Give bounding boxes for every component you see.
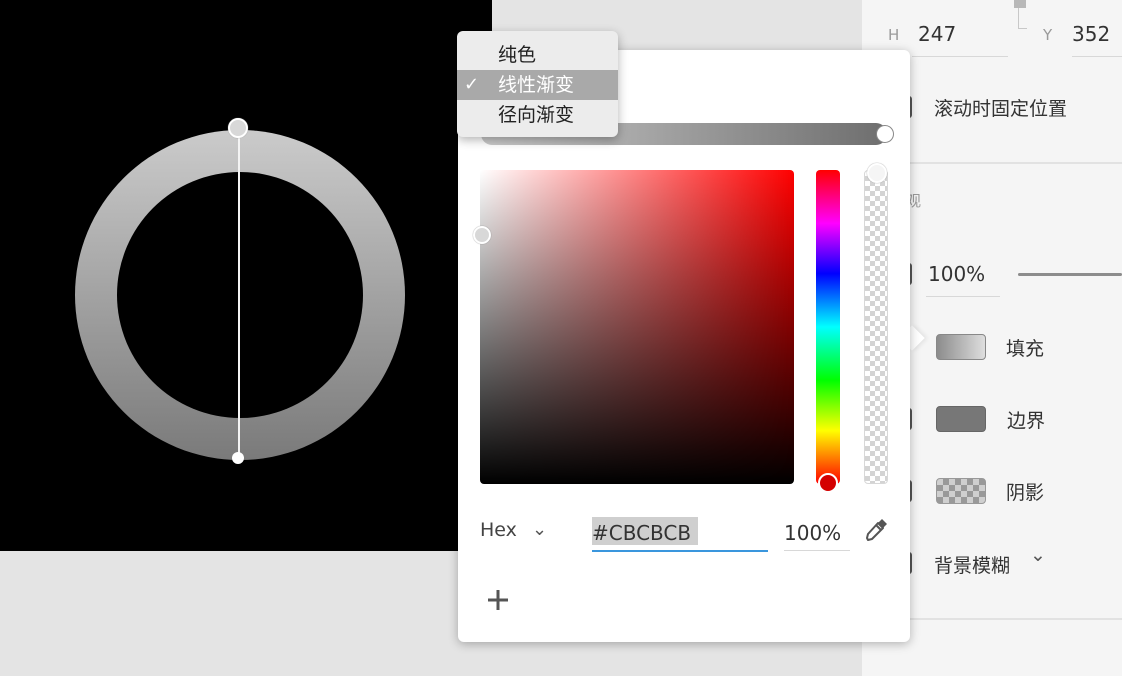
saturation-value-square[interactable] — [480, 170, 794, 484]
opacity-underline — [926, 296, 1000, 297]
plus-icon[interactable] — [484, 586, 512, 614]
alpha-slider[interactable] — [864, 170, 888, 484]
border-swatch[interactable] — [936, 406, 986, 432]
alpha-handle[interactable] — [867, 163, 887, 183]
blur-label: 背景模糊 — [934, 555, 1011, 577]
height-underline — [912, 56, 1008, 57]
y-underline — [1072, 56, 1122, 57]
chevron-down-icon[interactable]: ⌄ — [532, 519, 547, 540]
position-bracket — [1018, 8, 1027, 29]
border-label: 边界 — [1007, 410, 1046, 432]
color-opacity-input[interactable] — [784, 516, 850, 551]
blur-chevron-icon[interactable]: ⌄ — [1030, 544, 1046, 566]
fill-label: 填充 — [1006, 338, 1045, 360]
height-label: H — [888, 26, 900, 44]
height-value[interactable]: 247 — [918, 22, 956, 46]
saturation-value-handle[interactable] — [473, 226, 491, 244]
eyedropper-icon[interactable] — [862, 516, 890, 544]
hue-handle[interactable] — [818, 473, 838, 493]
gradient-stop-end[interactable] — [876, 125, 894, 143]
ring-hole — [117, 172, 363, 418]
color-format-label[interactable]: Hex — [480, 519, 517, 541]
menu-item-label: 径向渐变 — [498, 104, 575, 126]
y-value[interactable]: 352 — [1072, 22, 1110, 46]
menu-item-label: 线性渐变 — [498, 74, 575, 96]
checkmark-icon: ✓ — [464, 74, 480, 95]
fixed-position-label: 滚动时固定位置 — [934, 98, 1068, 120]
menu-item-radial-gradient[interactable]: 径向渐变 — [457, 100, 618, 130]
menu-item-label: 纯色 — [498, 44, 537, 66]
ring-shape[interactable] — [75, 130, 405, 460]
fill-type-menu: 纯色 ✓ 线性渐变 径向渐变 — [457, 31, 618, 137]
opacity-value[interactable]: 100% — [928, 262, 985, 286]
gradient-direction-line — [238, 130, 240, 458]
shadow-label: 阴影 — [1006, 482, 1045, 504]
shadow-swatch[interactable] — [936, 478, 986, 504]
fill-swatch[interactable] — [936, 334, 986, 360]
opacity-slider[interactable] — [1018, 273, 1122, 276]
y-label: Y — [1043, 26, 1053, 44]
hue-slider[interactable] — [816, 170, 840, 484]
artboard[interactable] — [0, 0, 492, 551]
hex-input[interactable] — [592, 516, 768, 552]
position-marker — [1014, 0, 1026, 8]
gradient-start-handle[interactable] — [228, 118, 248, 138]
gradient-end-handle[interactable] — [232, 452, 244, 464]
menu-item-solid[interactable]: 纯色 — [457, 40, 618, 70]
menu-item-linear-gradient[interactable]: ✓ 线性渐变 — [457, 70, 618, 100]
